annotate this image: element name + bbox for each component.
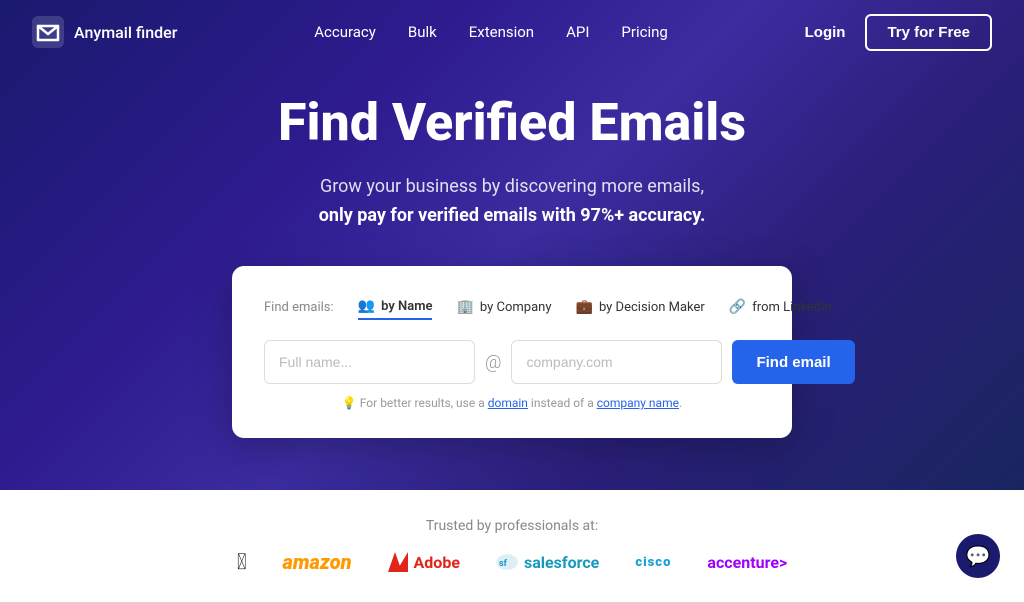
nav-pricing[interactable]: Pricing (621, 23, 667, 41)
logo-text: Anymail finder (74, 23, 177, 42)
linkedin-icon: 🔗 (729, 299, 746, 315)
salesforce-logo: sf salesforce (496, 553, 599, 572)
apple-logo:  (237, 550, 247, 575)
at-symbol: @ (485, 352, 501, 373)
subtitle-line1: Grow your business by discovering more e… (320, 176, 704, 197)
adobe-icon (388, 552, 408, 572)
by-name-icon: 👥 (358, 298, 375, 314)
hint-domain-link[interactable]: domain (488, 396, 528, 410)
tab-by-company-label: by Company (480, 300, 552, 315)
company-input[interactable] (511, 340, 722, 384)
tab-from-linkedin-label: from LinkedIn (752, 300, 832, 315)
navbar: Anymail finder Accuracy Bulk Extension A… (0, 0, 1024, 64)
trusted-label: Trusted by professionals at: (426, 518, 598, 534)
hero-section: Find Verified Emails Grow your business … (0, 0, 1024, 490)
hint-text: For better results, use a (360, 396, 488, 410)
tab-by-decision-maker[interactable]: 💼 by Decision Maker (576, 295, 705, 319)
logo[interactable]: Anymail finder (32, 16, 177, 48)
search-tabs: Find emails: 👥 by Name 🏢 by Company 💼 by… (264, 294, 760, 320)
svg-text:sf: sf (499, 559, 508, 569)
trusted-logos:  amazon Adobe sf salesforce cisco accen… (237, 550, 787, 575)
logo-icon (32, 16, 64, 48)
hero-subtitle: Grow your business by discovering more e… (319, 173, 706, 231)
chat-icon: 💬 (966, 544, 991, 568)
login-button[interactable]: Login (805, 24, 846, 41)
chat-button[interactable]: 💬 (956, 534, 1000, 578)
find-label: Find emails: (264, 300, 334, 315)
nav-bulk[interactable]: Bulk (408, 23, 437, 41)
tab-by-name[interactable]: 👥 by Name (358, 294, 433, 320)
cisco-logo: cisco (635, 555, 671, 570)
subtitle-line2: only pay for verified emails with 97%+ a… (319, 205, 706, 226)
hero-title: Find Verified Emails (278, 92, 746, 153)
search-hint: 💡 For better results, use a domain inste… (264, 396, 760, 410)
by-decision-maker-icon: 💼 (576, 299, 593, 315)
by-company-icon: 🏢 (456, 299, 473, 315)
trusted-section: Trusted by professionals at:  amazon Ad… (0, 490, 1024, 602)
adobe-logo: Adobe (388, 552, 460, 572)
hint-icon: 💡 (342, 396, 357, 410)
try-free-button[interactable]: Try for Free (865, 14, 992, 51)
nav-links: Accuracy Bulk Extension API Pricing (314, 23, 668, 41)
name-input[interactable] (264, 340, 475, 384)
find-email-button[interactable]: Find email (732, 340, 854, 384)
amazon-logo: amazon (283, 550, 352, 574)
hint-company-link[interactable]: company name (597, 396, 679, 410)
hint-middle: instead of a (528, 396, 597, 410)
search-row: @ Find email (264, 340, 760, 384)
nav-api[interactable]: API (566, 23, 589, 41)
nav-actions: Login Try for Free (805, 14, 992, 51)
tab-by-company[interactable]: 🏢 by Company (456, 295, 551, 319)
salesforce-icon: sf (496, 554, 518, 570)
accenture-logo: accenture> (707, 553, 787, 572)
hint-end: . (679, 396, 682, 410)
nav-extension[interactable]: Extension (469, 23, 534, 41)
tab-by-name-label: by Name (381, 299, 432, 314)
search-card: Find emails: 👥 by Name 🏢 by Company 💼 by… (232, 266, 792, 438)
tab-from-linkedin[interactable]: 🔗 from LinkedIn (729, 295, 832, 319)
tab-by-decision-maker-label: by Decision Maker (599, 300, 705, 315)
nav-accuracy[interactable]: Accuracy (314, 23, 376, 41)
